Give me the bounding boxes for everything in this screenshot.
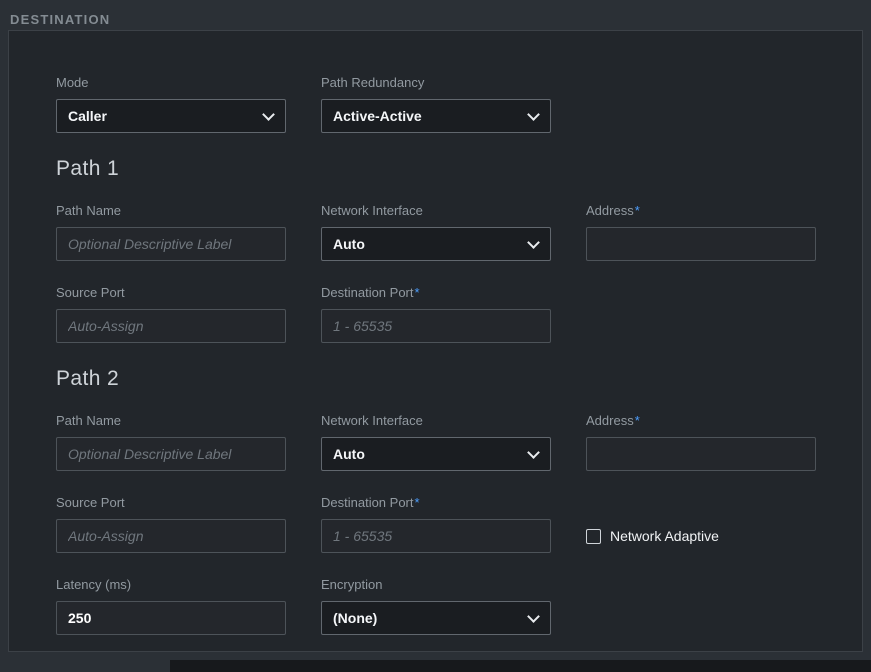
- path-redundancy-select-value: Active-Active: [333, 108, 422, 124]
- path2-address-field: Address*: [586, 413, 816, 471]
- path1-interface-select[interactable]: Auto: [321, 227, 551, 261]
- path2-destination-port-field: Destination Port*: [321, 495, 551, 553]
- required-marker: *: [635, 413, 640, 428]
- path1-destination-port-field: Destination Port*: [321, 285, 551, 343]
- path2-address-input[interactable]: [586, 437, 816, 471]
- path1-interface-select-value: Auto: [333, 236, 365, 252]
- mode-select-value: Caller: [68, 108, 107, 124]
- encryption-select-value: (None): [333, 610, 377, 626]
- path2-name-field: Path Name: [56, 413, 286, 471]
- path1-name-label: Path Name: [56, 203, 286, 219]
- latency-field: Latency (ms): [56, 577, 286, 635]
- path1-source-port-label: Source Port: [56, 285, 286, 301]
- path1-address-field: Address*: [586, 203, 816, 261]
- required-marker: *: [635, 203, 640, 218]
- path-redundancy-label: Path Redundancy: [321, 75, 551, 91]
- path2-source-port-label: Source Port: [56, 495, 286, 511]
- mode-row: Mode Caller Path Redundancy Active-Activ…: [56, 75, 814, 133]
- path1-source-port-input[interactable]: [56, 309, 286, 343]
- path2-name-label: Path Name: [56, 413, 286, 429]
- path2-destination-port-label: Destination Port*: [321, 495, 551, 511]
- mode-select[interactable]: Caller: [56, 99, 286, 133]
- encryption-label: Encryption: [321, 577, 551, 593]
- path1-source-port-field: Source Port: [56, 285, 286, 343]
- path2-interface-label: Network Interface: [321, 413, 551, 429]
- path2-source-port-field: Source Port: [56, 495, 286, 553]
- path-redundancy-field: Path Redundancy Active-Active: [321, 75, 551, 133]
- path2-source-port-input[interactable]: [56, 519, 286, 553]
- encryption-select[interactable]: (None): [321, 601, 551, 635]
- section-title: DESTINATION: [10, 12, 110, 27]
- required-marker: *: [415, 495, 420, 510]
- network-adaptive-field: Network Adaptive: [586, 495, 816, 553]
- path1-address-input[interactable]: [586, 227, 816, 261]
- required-marker: *: [415, 285, 420, 300]
- chevron-down-icon: [529, 612, 537, 620]
- path1-destination-port-input[interactable]: [321, 309, 551, 343]
- path2-interface-select[interactable]: Auto: [321, 437, 551, 471]
- path1-destination-port-label: Destination Port*: [321, 285, 551, 301]
- network-adaptive-row: Network Adaptive: [586, 519, 816, 553]
- latency-row: Latency (ms) Encryption (None): [56, 577, 814, 635]
- path1-interface-field: Network Interface Auto: [321, 203, 551, 261]
- path-redundancy-select[interactable]: Active-Active: [321, 99, 551, 133]
- path1-ports-row: Source Port Destination Port*: [56, 285, 814, 343]
- next-section-edge: [170, 660, 871, 672]
- network-adaptive-checkbox[interactable]: [586, 529, 601, 544]
- chevron-down-icon: [529, 238, 537, 246]
- path2-interface-field: Network Interface Auto: [321, 413, 551, 471]
- path1-name-field: Path Name: [56, 203, 286, 261]
- path2-name-row: Path Name Network Interface Auto Address…: [56, 413, 814, 471]
- chevron-down-icon: [529, 110, 537, 118]
- chevron-down-icon: [264, 110, 272, 118]
- path2-address-label: Address*: [586, 413, 816, 429]
- path2-interface-select-value: Auto: [333, 446, 365, 462]
- path1-address-label: Address*: [586, 203, 816, 219]
- chevron-down-icon: [529, 448, 537, 456]
- network-adaptive-label[interactable]: Network Adaptive: [610, 528, 719, 544]
- path2-destination-port-input[interactable]: [321, 519, 551, 553]
- destination-panel: Mode Caller Path Redundancy Active-Activ…: [8, 30, 863, 652]
- path1-name-input[interactable]: [56, 227, 286, 261]
- mode-label: Mode: [56, 75, 286, 91]
- mode-field: Mode Caller: [56, 75, 286, 133]
- encryption-field: Encryption (None): [321, 577, 551, 635]
- path2-ports-row: Source Port Destination Port* Network Ad…: [56, 495, 814, 553]
- latency-label: Latency (ms): [56, 577, 286, 593]
- label-spacer: [586, 495, 816, 519]
- path2-heading: Path 2: [56, 367, 814, 391]
- path1-heading: Path 1: [56, 157, 814, 181]
- path1-name-row: Path Name Network Interface Auto Address…: [56, 203, 814, 261]
- path1-interface-label: Network Interface: [321, 203, 551, 219]
- latency-input[interactable]: [56, 601, 286, 635]
- path2-name-input[interactable]: [56, 437, 286, 471]
